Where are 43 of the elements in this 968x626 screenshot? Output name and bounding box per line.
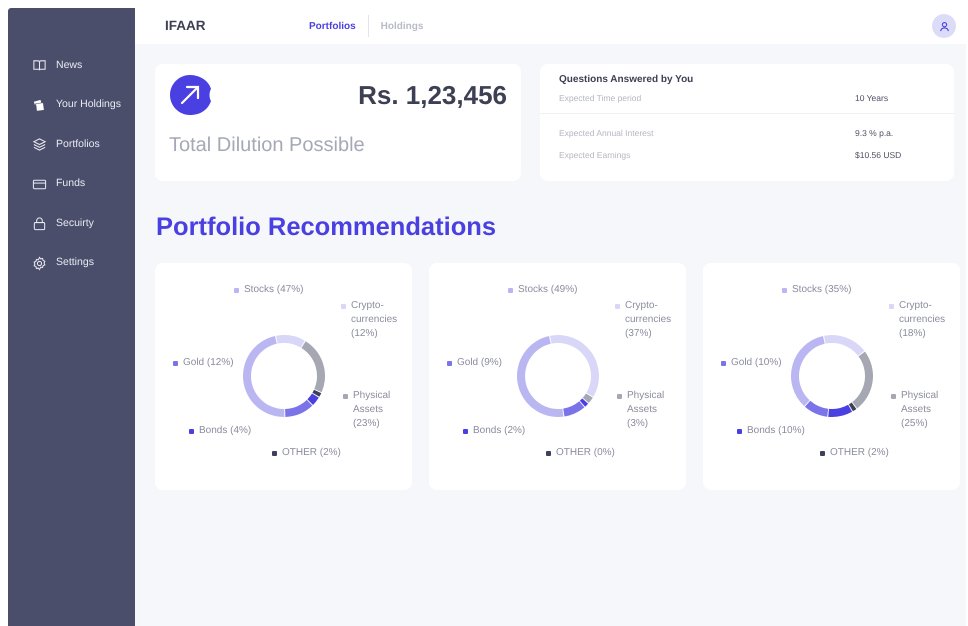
avatar-button[interactable] xyxy=(932,14,956,38)
legend-label: Stocks (47%) xyxy=(244,283,304,298)
layers-icon xyxy=(32,137,47,152)
legend-label: Gold (12%) xyxy=(183,356,234,370)
legend-label: Bonds (2%) xyxy=(473,424,526,438)
sidebar-item[interactable]: Secuirty xyxy=(8,204,135,244)
answer-value: 10 Years xyxy=(855,92,888,104)
answer-value: $10.56 USD xyxy=(855,148,902,162)
sidebar-item[interactable]: News xyxy=(8,46,135,86)
answer-label: Expected Annual Interest xyxy=(559,126,655,140)
amount-caption: Total Dilution Possible xyxy=(169,133,366,158)
sidebar-item[interactable]: Your Holdings xyxy=(8,86,135,125)
legend-label: Crypto-currencies (37%) xyxy=(625,299,672,342)
legend-label: Stocks (35%) xyxy=(792,283,852,298)
card-title: Questions Answered by You xyxy=(558,73,694,87)
arrow-logo-icon xyxy=(169,74,213,116)
sidebar-item[interactable]: Funds xyxy=(8,164,135,204)
legend-label: Gold (9%) xyxy=(457,356,502,370)
answer-label: Expected Time period xyxy=(559,92,642,104)
legend-label: Bonds (4%) xyxy=(199,424,252,438)
legend-label: OTHER (2%) xyxy=(282,446,341,460)
lock-icon xyxy=(32,216,47,232)
settings-icon xyxy=(32,256,47,271)
legend-label: Physical Assets (25%) xyxy=(901,389,940,432)
amount-value: Rs. 1,23,456 xyxy=(358,79,507,112)
nav-tab[interactable]: Portfolios xyxy=(297,18,368,34)
brand-name: IFAAR xyxy=(165,16,206,35)
sidebar-item[interactable]: Portfolios xyxy=(8,125,135,164)
legend-label: Crypto-currencies (12%) xyxy=(351,299,398,342)
sidebar-item[interactable]: Settings xyxy=(8,244,135,283)
section-title: Portfolio Recommendations xyxy=(156,212,498,243)
answer-label: Expected Earnings xyxy=(559,148,632,162)
answer-value: 9.3 % p.a. xyxy=(855,126,894,140)
legend-label: Crypto-currencies (18%) xyxy=(899,299,946,342)
user-icon xyxy=(938,20,950,32)
legend-label: Gold (10%) xyxy=(731,356,782,370)
legend-label: Stocks (49%) xyxy=(518,283,578,298)
legend-label: Physical Assets (23%) xyxy=(353,389,392,432)
cards-icon xyxy=(32,98,47,113)
legend-label: Bonds (10%) xyxy=(747,424,805,438)
legend-label: Physical Assets (3%) xyxy=(627,389,666,432)
legend-label: OTHER (2%) xyxy=(830,446,889,460)
legend-label: OTHER (0%) xyxy=(556,446,615,460)
